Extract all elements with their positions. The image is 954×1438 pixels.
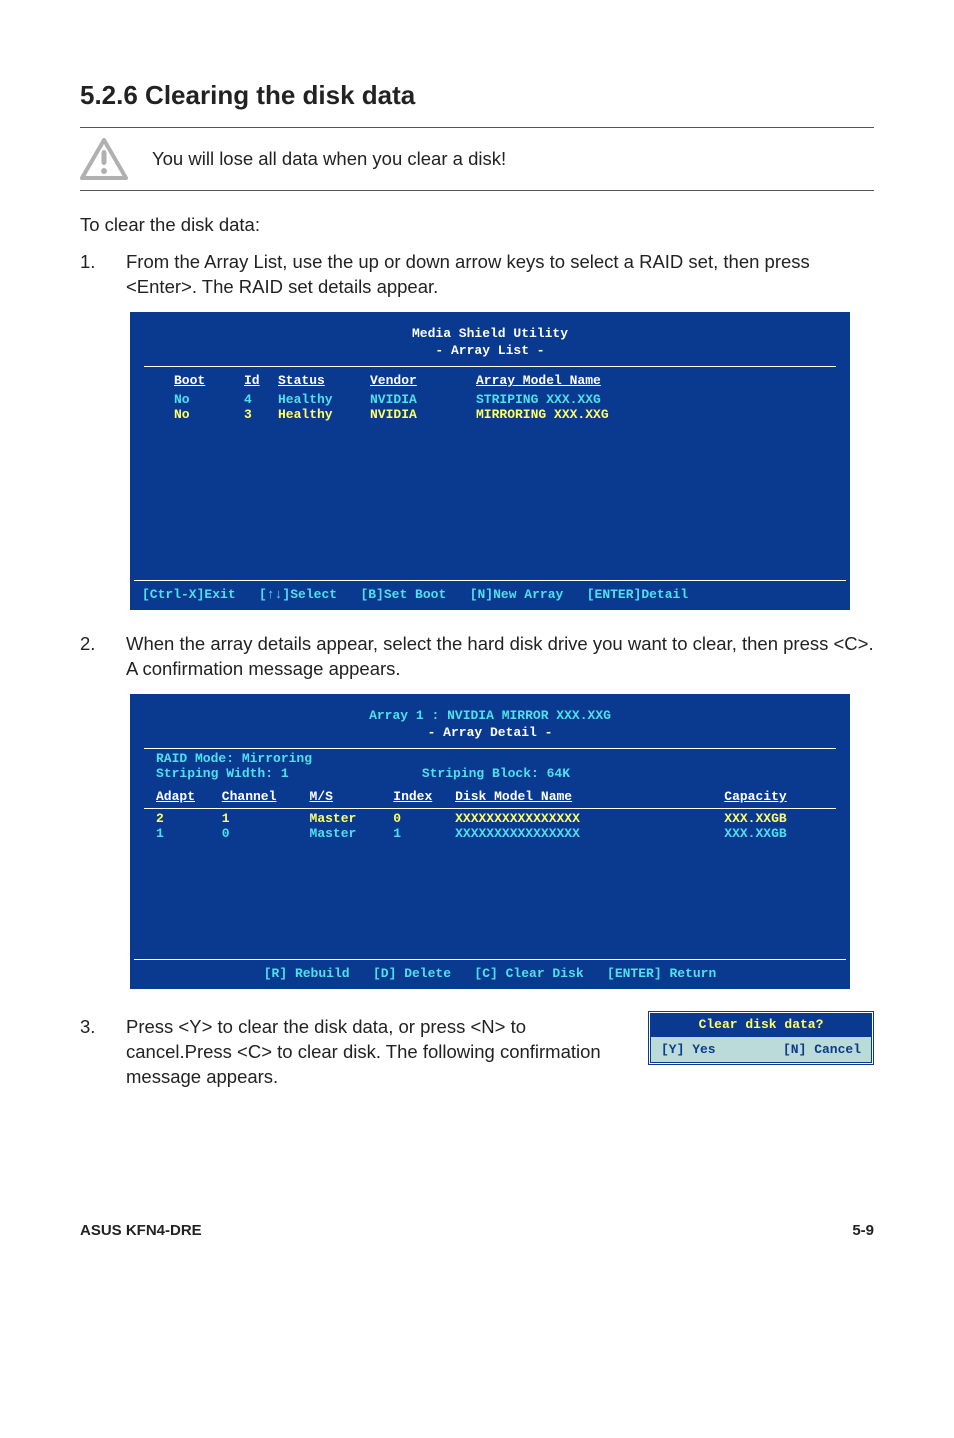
step-2-text: When the array details appear, select th… — [126, 632, 874, 682]
footer-return[interactable]: [ENTER] Return — [607, 966, 716, 981]
step-2-number: 2. — [80, 632, 104, 682]
step-2: 2. When the array details appear, select… — [80, 632, 874, 682]
step-1-text: From the Array List, use the up or down … — [126, 250, 874, 300]
dialog-yes[interactable]: [Y] Yes — [661, 1042, 716, 1057]
footer-delete[interactable]: [D] Delete — [373, 966, 451, 981]
console1-row-1[interactable]: No 3 Healthy NVIDIA MIRRORING XXX.XXG — [144, 407, 836, 422]
console2-row-0[interactable]: 2 1 Master 0 XXXXXXXXXXXXXXXX XXX.XXGB — [144, 811, 836, 826]
step-3-number: 3. — [80, 1015, 104, 1090]
console2-headers: Adapt Channel M/S Index Disk Model Name … — [144, 781, 836, 806]
console2-row-1[interactable]: 1 0 Master 1 XXXXXXXXXXXXXXXX XXX.XXGB — [144, 826, 836, 841]
hdr-vendor: Vendor — [370, 373, 476, 388]
console2-footer: [R] Rebuild [D] Delete [C] Clear Disk [E… — [134, 962, 846, 985]
striping-block: Striping Block: 64K — [422, 766, 570, 781]
console1-footer: [Ctrl-X]Exit [↑↓]Select [B]Set Boot [N]N… — [134, 583, 846, 606]
hdr-id: Id — [244, 373, 278, 388]
warning-text: You will lose all data when you clear a … — [152, 147, 506, 172]
striping-row: Striping Width: 1 Striping Block: 64K — [144, 766, 836, 781]
warning-triangle-icon — [80, 138, 128, 180]
h2-ms: M/S — [310, 789, 394, 804]
hdr-status: Status — [278, 373, 370, 388]
footer-exit[interactable]: [Ctrl-X]Exit — [142, 587, 236, 602]
console1-headers: Boot Id Status Vendor Array Model Name — [144, 369, 836, 392]
console1-row-0[interactable]: No 4 Healthy NVIDIA STRIPING XXX.XXG — [144, 392, 836, 407]
hdr-name: Array Model Name — [476, 373, 676, 388]
footer-detail[interactable]: [ENTER]Detail — [587, 587, 688, 602]
footer-newarr[interactable]: [N]New Array — [470, 587, 564, 602]
footer-setboot[interactable]: [B]Set Boot — [360, 587, 446, 602]
h2-model: Disk Model Name — [455, 789, 724, 804]
console2-subtitle: - Array Detail - — [144, 725, 836, 746]
step-1: 1. From the Array List, use the up or do… — [80, 250, 874, 300]
h2-adapt: Adapt — [156, 789, 222, 804]
footer-right: 5-9 — [852, 1222, 874, 1239]
dialog-title: Clear disk data? — [651, 1014, 871, 1037]
striping-width: Striping Width: 1 — [156, 766, 414, 781]
warning-block: You will lose all data when you clear a … — [80, 127, 874, 191]
footer-rebuild[interactable]: [R] Rebuild — [264, 966, 350, 981]
console-array-list: Media Shield Utility - Array List - Boot… — [130, 312, 850, 610]
console1-subtitle: - Array List - — [144, 343, 836, 364]
section-heading: 5.2.6 Clearing the disk data — [80, 80, 874, 111]
h2-channel: Channel — [222, 789, 310, 804]
step-3: 3. Press <Y> to clear the disk data, or … — [80, 1015, 618, 1090]
console2-title: Array 1 : NVIDIA MIRROR XXX.XXG — [144, 704, 836, 725]
confirm-dialog: Clear disk data? [Y] Yes [N] Cancel — [648, 1011, 874, 1065]
console1-title: Media Shield Utility — [144, 322, 836, 343]
step-3-text: Press <Y> to clear the disk data, or pre… — [126, 1015, 618, 1090]
h2-cap: Capacity — [724, 789, 824, 804]
hdr-boot: Boot — [174, 373, 244, 388]
step-1-number: 1. — [80, 250, 104, 300]
page-footer: ASUS KFN4-DRE 5-9 — [80, 1222, 874, 1239]
footer-clear[interactable]: [C] Clear Disk — [474, 966, 583, 981]
h2-index: Index — [393, 789, 455, 804]
console-array-detail: Array 1 : NVIDIA MIRROR XXX.XXG - Array … — [130, 694, 850, 989]
footer-left: ASUS KFN4-DRE — [80, 1222, 202, 1239]
footer-select[interactable]: [↑↓]Select — [259, 587, 337, 602]
raid-mode: RAID Mode: Mirroring — [144, 751, 836, 766]
intro-text: To clear the disk data: — [80, 213, 874, 238]
dialog-no[interactable]: [N] Cancel — [783, 1042, 861, 1057]
